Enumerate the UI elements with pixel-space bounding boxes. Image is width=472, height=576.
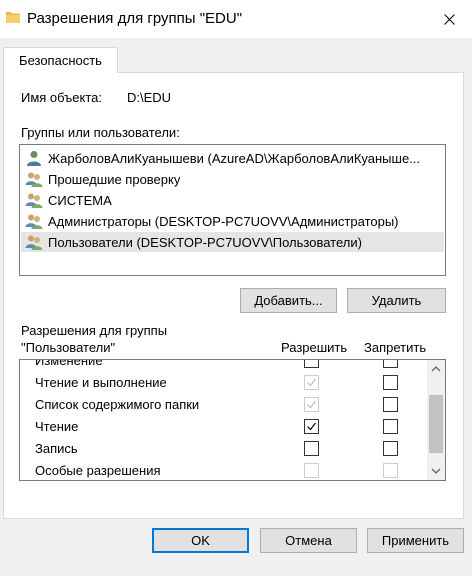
checkmark-icon (307, 378, 316, 387)
list-item-label: Пользователи (DESKTOP-PC7UOVV\Пользовате… (48, 234, 362, 250)
list-item[interactable]: ЖарболовАлиКуанышеви (AzureAD\ЖарболовАл… (21, 148, 444, 168)
deny-checkbox[interactable] (383, 375, 398, 390)
deny-checkbox[interactable] (383, 441, 398, 456)
checkmark-icon (307, 422, 316, 431)
allow-checkbox (304, 397, 319, 412)
permissions-scrollbar[interactable] (427, 360, 445, 480)
user-icon (27, 151, 41, 166)
permission-row: Запись (20, 438, 425, 460)
deny-checkbox[interactable] (383, 397, 398, 412)
apply-button[interactable]: Применить (367, 528, 464, 553)
close-icon (443, 13, 455, 25)
ok-button[interactable]: OK (152, 528, 249, 553)
list-item[interactable]: Прошедшие проверку (21, 169, 444, 189)
permission-row: Список содержимого папки (20, 394, 425, 416)
object-name-value: D:\EDU (127, 90, 172, 105)
chevron-up-icon (431, 366, 441, 372)
deny-checkbox[interactable] (383, 419, 398, 434)
users-label: Группы или пользователи: (21, 125, 180, 140)
permissions-list[interactable]: Полный доступИзменениеЧтение и выполнени… (19, 359, 446, 481)
allow-checkbox[interactable] (304, 419, 319, 434)
list-item-label: СИСТЕМА (48, 192, 112, 208)
close-button[interactable] (426, 0, 472, 38)
scroll-up-button[interactable] (427, 360, 445, 378)
remove-button[interactable]: Удалить (347, 288, 446, 313)
permission-name: Чтение и выполнение (35, 375, 167, 390)
tab-security[interactable]: Безопасность (3, 47, 118, 73)
cancel-button[interactable]: Отмена (260, 528, 357, 553)
permission-name: Чтение (35, 419, 79, 434)
group-icon (25, 235, 43, 250)
checkmark-icon (307, 400, 316, 409)
folder-icon (6, 12, 20, 23)
list-item-label: Администраторы (DESKTOP-PC7UOVV\Админист… (48, 213, 399, 229)
permissions-group-name: "Пользователи" (21, 340, 116, 355)
list-item-selected[interactable]: Пользователи (DESKTOP-PC7UOVV\Пользовате… (21, 232, 444, 252)
deny-column-header: Запретить (364, 340, 427, 355)
users-list[interactable]: ЖарболовАлиКуанышеви (AzureAD\ЖарболовАл… (19, 144, 446, 276)
scroll-thumb[interactable] (429, 394, 443, 453)
permission-row: Чтение (20, 416, 425, 438)
allow-checkbox[interactable] (304, 360, 319, 368)
object-name-label: Имя объекта: (21, 90, 103, 105)
add-button[interactable]: Добавить... (240, 288, 337, 313)
list-item[interactable]: Администраторы (DESKTOP-PC7UOVV\Админист… (21, 211, 444, 231)
permission-name: Список содержимого папки (35, 397, 200, 412)
list-item-label: Прошедшие проверку (48, 171, 181, 187)
deny-checkbox[interactable] (383, 360, 398, 368)
deny-checkbox (383, 463, 398, 478)
title-bar: Разрешения для группы "EDU" (0, 0, 472, 38)
window-title: Разрешения для группы "EDU" (27, 10, 243, 27)
chevron-down-icon (431, 468, 441, 474)
permission-name: Запись (35, 441, 78, 456)
permission-name: Изменение (35, 359, 103, 368)
group-icon (25, 193, 43, 208)
permission-row: Особые разрешения (20, 460, 425, 480)
permission-row: Изменение (20, 359, 425, 372)
allow-column-header: Разрешить (281, 340, 348, 355)
group-icon (25, 172, 43, 187)
list-item[interactable]: СИСТЕМА (21, 190, 444, 210)
allow-checkbox (304, 463, 319, 478)
scroll-down-button[interactable] (427, 462, 445, 480)
permission-name: Особые разрешения (35, 463, 161, 478)
allow-checkbox[interactable] (304, 441, 319, 456)
group-icon (25, 214, 43, 229)
permissions-label: Разрешения для группы (21, 323, 168, 338)
permission-row: Чтение и выполнение (20, 372, 425, 394)
allow-checkbox (304, 375, 319, 390)
list-item-label: ЖарболовАлиКуанышеви (AzureAD\ЖарболовАл… (48, 150, 421, 166)
